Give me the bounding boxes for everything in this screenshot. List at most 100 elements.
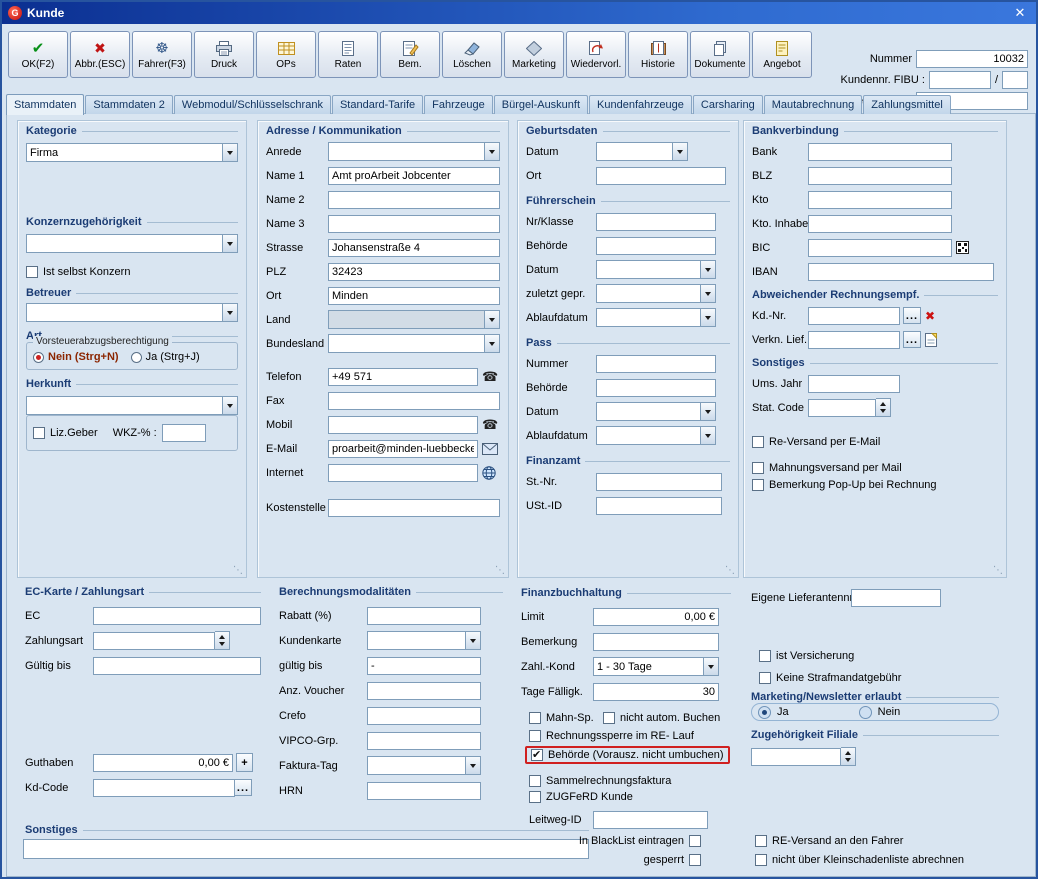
dropdown-arrow-button[interactable] — [465, 632, 480, 649]
nicht-autom-checkbox[interactable] — [603, 712, 615, 724]
ops-button[interactable]: OPs — [256, 31, 316, 78]
phone-icon[interactable] — [482, 369, 498, 385]
ok-button[interactable]: OK(F2) — [8, 31, 68, 78]
limit-field[interactable] — [593, 608, 719, 626]
marketing-button[interactable]: Marketing — [504, 31, 564, 78]
kategorie-select[interactable]: Firma — [26, 143, 238, 162]
konzern-select[interactable] — [26, 234, 238, 253]
qr-code-icon[interactable] — [956, 241, 969, 254]
zugferd-checkbox[interactable] — [529, 791, 541, 803]
dropdown-arrow-button[interactable] — [700, 309, 715, 326]
ec-field[interactable] — [93, 607, 261, 625]
bemerkung-popup-checkbox[interactable] — [752, 479, 764, 491]
crefo-field[interactable] — [367, 707, 481, 725]
stat-code-spinner[interactable] — [876, 398, 891, 417]
tab-standard-tarife[interactable]: Standard-Tarife — [332, 95, 423, 114]
tage-faellig-field[interactable] — [593, 683, 719, 701]
tab-stammdaten[interactable]: Stammdaten — [6, 94, 84, 115]
kdnr-field[interactable] — [808, 307, 900, 325]
herkunft-select[interactable] — [26, 396, 238, 415]
name1-field[interactable] — [328, 167, 500, 185]
fs-zuletzt-select[interactable] — [596, 284, 716, 303]
sammel-checkbox[interactable] — [529, 775, 541, 787]
versicherung-checkbox[interactable] — [759, 650, 771, 662]
wiedervorl-button[interactable]: Wiedervorl. — [566, 31, 626, 78]
druck-button[interactable]: Druck — [194, 31, 254, 78]
dropdown-arrow-button[interactable] — [222, 397, 237, 414]
pass-ablauf-select[interactable] — [596, 426, 716, 445]
dropdown-arrow-button[interactable] — [700, 285, 715, 302]
verkn-lief-field[interactable] — [808, 331, 900, 349]
fibu-suffix-field[interactable] — [1002, 71, 1028, 89]
fs-datum-select[interactable] — [596, 260, 716, 279]
mahnungsversand-checkbox[interactable] — [752, 462, 764, 474]
ort-field[interactable] — [328, 287, 500, 305]
tab-buergel-auskunft[interactable]: Bürgel-Auskunft — [494, 95, 588, 114]
ec-gueltig-field[interactable] — [93, 657, 261, 675]
iban-field[interactable] — [808, 263, 994, 281]
geb-datum-select[interactable] — [596, 142, 688, 161]
faktura-tag-select[interactable] — [367, 756, 481, 775]
betreuer-select[interactable] — [26, 303, 238, 322]
name3-field[interactable] — [328, 215, 500, 233]
raten-button[interactable]: Raten — [318, 31, 378, 78]
rabatt-field[interactable] — [367, 607, 481, 625]
name2-field[interactable] — [328, 191, 500, 209]
telefon-field[interactable] — [328, 368, 478, 386]
fahrer-button[interactable]: Fahrer(F3) — [132, 31, 192, 78]
guthaben-plus-button[interactable]: + — [236, 753, 253, 772]
kdnr-browse-button[interactable]: ... — [903, 307, 921, 324]
dropdown-arrow-button[interactable] — [222, 144, 237, 161]
anrede-select[interactable] — [328, 142, 500, 161]
fax-field[interactable] — [328, 392, 500, 410]
lieferanten-field[interactable] — [851, 589, 941, 607]
behoerde-checkbox[interactable] — [531, 749, 543, 761]
ums-jahr-field[interactable] — [808, 375, 900, 393]
vorsteuer-ja-radio[interactable] — [131, 352, 142, 363]
ustid-field[interactable] — [596, 497, 722, 515]
bundesland-select[interactable] — [328, 334, 500, 353]
abort-button[interactable]: Abbr.(ESC) — [70, 31, 130, 78]
pass-behoerde-field[interactable] — [596, 379, 716, 397]
dropdown-arrow-button[interactable] — [484, 143, 499, 160]
phone-icon[interactable] — [482, 417, 498, 433]
fibu-field[interactable] — [929, 71, 991, 89]
strafmandat-checkbox[interactable] — [759, 672, 771, 684]
re-versand-fahrer-checkbox[interactable] — [755, 835, 767, 847]
fibu-bemerkung-field[interactable] — [593, 633, 719, 651]
anz-voucher-field[interactable] — [367, 682, 481, 700]
fs-ablauf-select[interactable] — [596, 308, 716, 327]
tab-webmodul[interactable]: Webmodul/Schlüsselschrank — [174, 95, 331, 114]
internet-field[interactable] — [328, 464, 478, 482]
bic-field[interactable] — [808, 239, 952, 257]
kleinschaden-checkbox[interactable] — [755, 854, 767, 866]
karte-gueltig-field[interactable] — [367, 657, 481, 675]
tab-kundenfahrzeuge[interactable]: Kundenfahrzeuge — [589, 95, 692, 114]
zahlungsart-spinner[interactable] — [215, 631, 230, 650]
tab-mautabrechnung[interactable]: Mautabrechnung — [764, 95, 863, 114]
dropdown-arrow-button[interactable] — [484, 335, 499, 352]
loeschen-button[interactable]: Löschen — [442, 31, 502, 78]
gesperrt-checkbox[interactable] — [689, 854, 701, 866]
linked-document-icon[interactable] — [925, 333, 937, 347]
lizgeber-checkbox[interactable] — [33, 427, 45, 439]
fs-nrklasse-field[interactable] — [596, 213, 716, 231]
sonstiges-field[interactable] — [23, 839, 589, 859]
zahl-kond-select[interactable]: 1 - 30 Tage — [593, 657, 719, 676]
kundenkarte-select[interactable] — [367, 631, 481, 650]
close-button[interactable]: ✕ — [1010, 5, 1030, 21]
blacklist-checkbox[interactable] — [689, 835, 701, 847]
fs-behoerde-field[interactable] — [596, 237, 716, 255]
zahlungsart-field[interactable] — [93, 632, 215, 650]
dropdown-arrow-button[interactable] — [222, 304, 237, 321]
kostenstelle-field[interactable] — [328, 499, 500, 517]
vipco-field[interactable] — [367, 732, 481, 750]
nummer-field[interactable] — [916, 50, 1028, 68]
tab-zahlungsmittel[interactable]: Zahlungsmittel — [863, 95, 951, 114]
verkn-lief-browse-button[interactable]: ... — [903, 331, 921, 348]
remove-recipient-icon[interactable] — [925, 309, 935, 323]
hrn-field[interactable] — [367, 782, 481, 800]
dropdown-arrow-button[interactable] — [700, 261, 715, 278]
guthaben-field[interactable] — [93, 754, 233, 772]
stnr-field[interactable] — [596, 473, 722, 491]
